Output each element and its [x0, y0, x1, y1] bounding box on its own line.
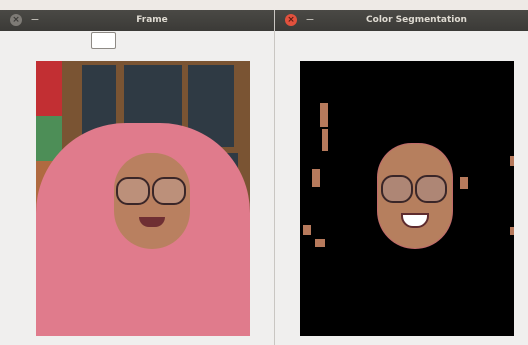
- segment-blob: [510, 156, 514, 166]
- segment-blob: [312, 169, 320, 187]
- segmented-right-lens: [415, 175, 447, 203]
- segmentation-window: × − Color Segmentation: [275, 10, 528, 345]
- segmented-left-lens: [381, 175, 413, 203]
- segment-blob: [460, 177, 468, 189]
- desktop: × − Frame × − Color Segmentation: [0, 0, 528, 345]
- wall-red-area: [36, 61, 64, 116]
- segment-blob: [303, 225, 311, 235]
- frame-toolbar: [0, 31, 274, 51]
- segment-blob: [510, 227, 514, 235]
- segmentation-window-title: Color Segmentation: [366, 15, 467, 25]
- toolbar-button[interactable]: [91, 32, 116, 49]
- close-icon[interactable]: ×: [10, 14, 22, 26]
- segmentation-toolbar: [275, 31, 528, 51]
- right-lens: [152, 177, 186, 205]
- frame-window-title: Frame: [136, 15, 168, 25]
- segmentation-statusbar: [275, 336, 528, 345]
- close-icon[interactable]: ×: [285, 14, 297, 26]
- segmentation-image: [300, 61, 514, 345]
- segment-blob: [322, 129, 328, 151]
- frame-statusbar: [0, 336, 274, 345]
- frame-window: × − Frame: [0, 10, 275, 345]
- frame-image: [36, 61, 250, 345]
- segment-blob: [315, 239, 325, 247]
- segment-blob: [320, 103, 328, 127]
- segmentation-titlebar: × − Color Segmentation: [275, 10, 528, 31]
- frame-titlebar: × − Frame: [0, 10, 274, 31]
- left-lens: [116, 177, 150, 205]
